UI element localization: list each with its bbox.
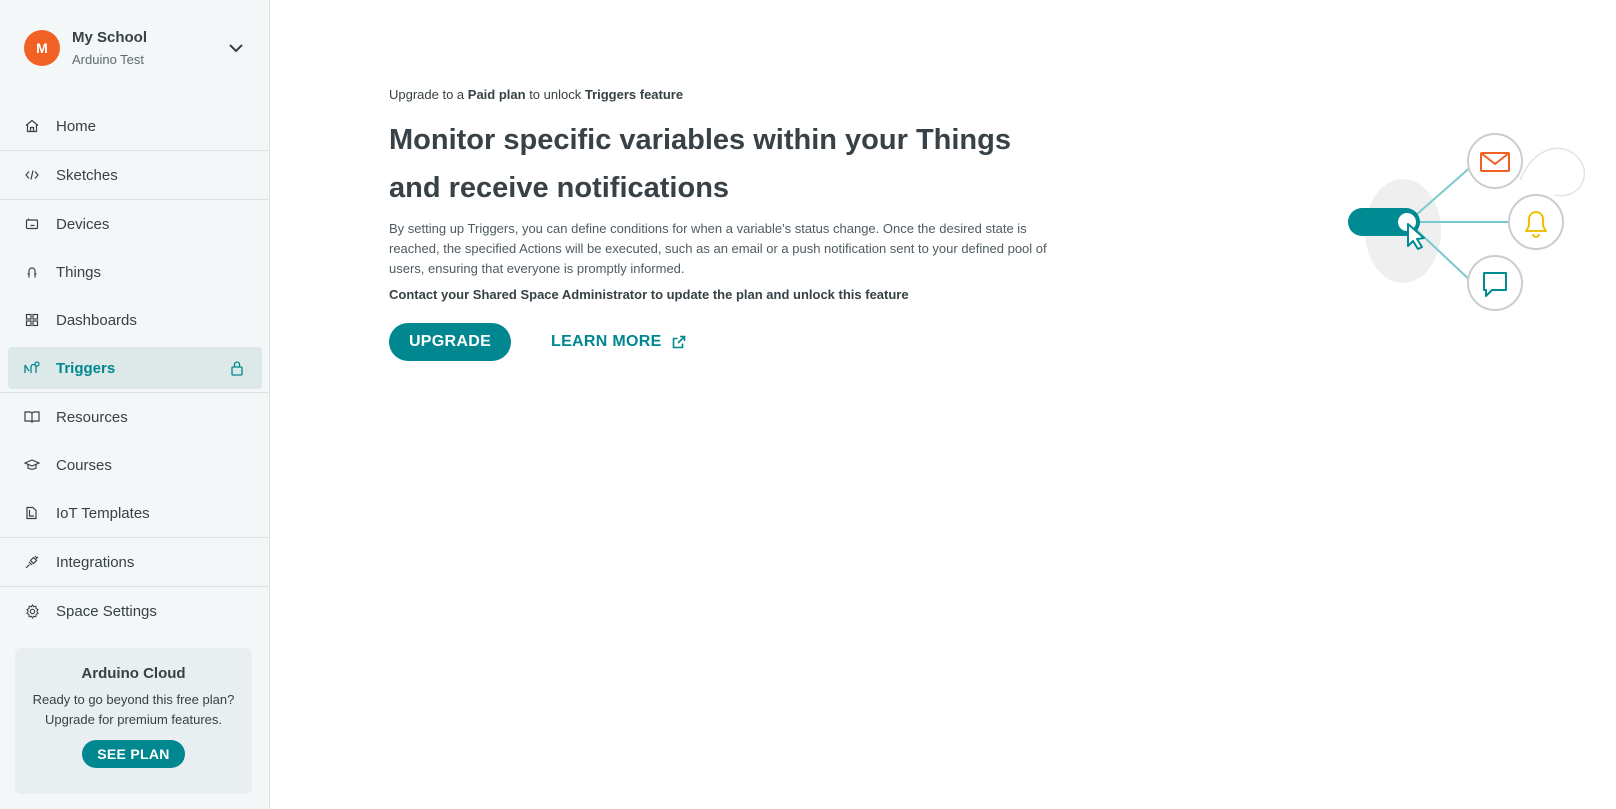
- promo-line: Ready to go beyond this free plan?: [32, 692, 235, 707]
- dashboard-icon: [24, 312, 40, 328]
- promo-line: Upgrade for premium features.: [44, 712, 223, 727]
- templates-icon: [24, 505, 40, 521]
- page-title: Monitor specific variables within your T…: [389, 124, 1011, 204]
- chevron-down-icon[interactable]: [226, 38, 246, 58]
- eyebrow-text: to unlock: [525, 87, 585, 102]
- sidebar-item-sketches[interactable]: Sketches: [0, 151, 270, 199]
- decorative-curve: [1519, 147, 1586, 197]
- sidebar-item-devices[interactable]: Devices: [0, 200, 270, 248]
- sidebar-item-label: Courses: [56, 456, 112, 474]
- sidebar: M My School Arduino Test Home Sketches D…: [0, 0, 270, 809]
- sidebar-item-label: Dashboards: [56, 311, 137, 329]
- thing-icon: [24, 264, 40, 280]
- sidebar-item-resources[interactable]: Resources: [0, 393, 270, 441]
- upgrade-promo-card: Arduino Cloud Ready to go beyond this fr…: [15, 648, 252, 794]
- avatar: M: [24, 30, 60, 66]
- space-switcher[interactable]: M My School Arduino Test: [0, 0, 270, 96]
- book-icon: [24, 409, 40, 425]
- sidebar-item-label: Things: [56, 263, 102, 281]
- sidebar-item-courses[interactable]: Courses: [0, 441, 270, 489]
- learn-more-link[interactable]: LEARN MORE: [551, 323, 686, 361]
- learn-more-label: LEARN MORE: [551, 333, 662, 350]
- sidebar-item-triggers[interactable]: Triggers: [8, 347, 262, 389]
- sidebar-item-label: Devices: [56, 215, 110, 233]
- gear-icon: [24, 603, 40, 619]
- sidebar-item-label: Home: [56, 117, 97, 135]
- external-link-icon: [672, 335, 686, 349]
- code-icon: [24, 167, 40, 183]
- lock-icon: [230, 360, 244, 376]
- graduation-cap-icon: [24, 457, 40, 473]
- sidebar-nav: Home Sketches Devices Things Dashboards …: [0, 102, 270, 635]
- chat-node: [1467, 255, 1523, 311]
- contact-admin-note: Contact your Shared Space Administrator …: [389, 287, 909, 302]
- sidebar-item-integrations[interactable]: Integrations: [0, 538, 270, 586]
- see-plan-button[interactable]: SEE PLAN: [82, 740, 185, 768]
- promo-text: Ready to go beyond this free plan? Upgra…: [15, 690, 252, 730]
- eyebrow-text: Upgrade to a: [389, 87, 468, 102]
- promo-title: Arduino Cloud: [81, 665, 186, 682]
- home-icon: [24, 118, 40, 134]
- triggers-illustration: [1330, 125, 1610, 325]
- sidebar-item-home[interactable]: Home: [0, 102, 270, 150]
- space-subtitle: Arduino Test: [72, 51, 145, 67]
- space-name: My School: [72, 28, 148, 46]
- sidebar-item-label: Space Settings: [56, 602, 157, 620]
- mail-node: [1467, 133, 1523, 189]
- description: By setting up Triggers, you can define c…: [389, 221, 1047, 276]
- main-content: Upgrade to a Paid plan to unlock Trigger…: [270, 0, 1616, 809]
- upgrade-eyebrow: Upgrade to a Paid plan to unlock Trigger…: [389, 87, 683, 102]
- sidebar-item-space-settings[interactable]: Space Settings: [0, 587, 270, 635]
- upgrade-button[interactable]: UPGRADE: [389, 323, 511, 361]
- eyebrow-feature: Triggers feature: [584, 87, 684, 102]
- sidebar-item-label: Sketches: [56, 166, 118, 184]
- plug-icon: [24, 554, 40, 570]
- device-icon: [24, 216, 40, 232]
- sidebar-item-label: Resources: [56, 408, 128, 426]
- bell-node: [1508, 194, 1564, 250]
- sidebar-item-iot-templates[interactable]: IoT Templates: [0, 489, 270, 537]
- sidebar-item-things[interactable]: Things: [0, 248, 270, 296]
- space-info: My School Arduino Test: [72, 28, 226, 69]
- sidebar-item-dashboards[interactable]: Dashboards: [0, 296, 270, 344]
- sidebar-item-label: Integrations: [56, 553, 135, 571]
- sidebar-item-label: Triggers: [56, 359, 116, 377]
- eyebrow-plan: Paid plan: [467, 87, 526, 102]
- sidebar-item-label: IoT Templates: [56, 504, 150, 522]
- trigger-icon: [24, 360, 40, 376]
